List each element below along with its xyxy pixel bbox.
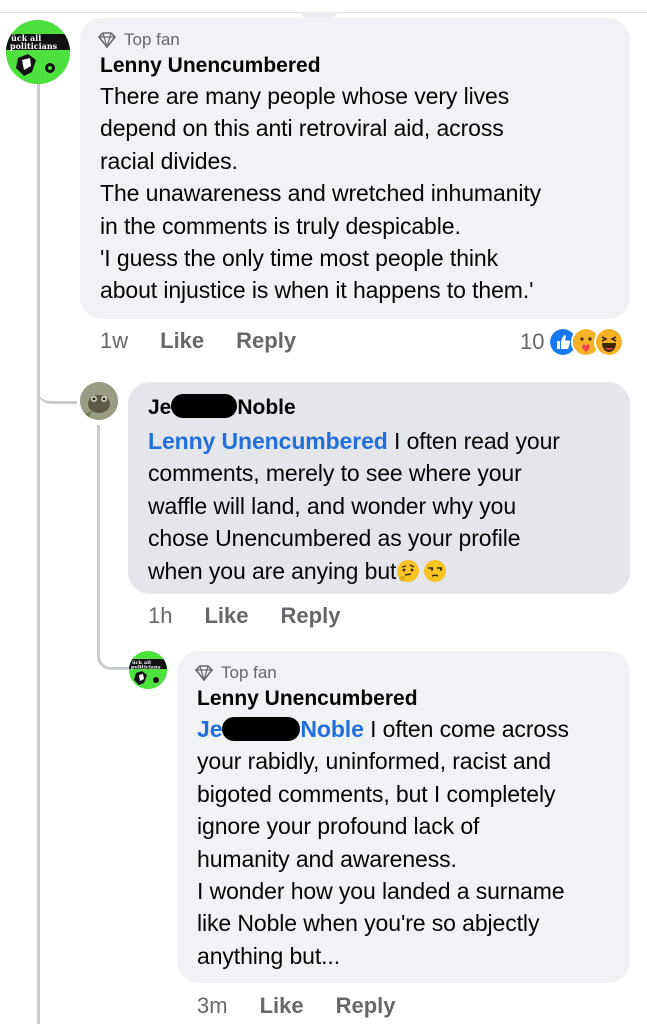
like-button[interactable]: Like <box>260 993 304 1019</box>
comment-thread: ück all politicians Top fan Lenny Unencu… <box>0 0 647 1024</box>
comment-time[interactable]: 3m <box>197 993 228 1019</box>
unamused-face-icon <box>424 559 447 582</box>
haha-icon <box>594 327 625 357</box>
comment-bubble[interactable]: Top fan Lenny Unencumbered There are man… <box>80 18 630 319</box>
reply-bubble[interactable]: Top fan Lenny Unencumbered Je Noble I oft… <box>177 651 630 983</box>
top-fan-badge: Top fan <box>98 29 610 51</box>
comment-time[interactable]: 1w <box>100 328 128 354</box>
thread-connector <box>97 620 130 670</box>
comment-author[interactable]: Lenny Unencumbered <box>197 685 610 713</box>
svg-text:politicians: politicians <box>131 665 161 671</box>
comment-actions: 1w Like Reply <box>100 328 328 354</box>
badge-label: Top fan <box>221 663 277 682</box>
mention-last-name: Noble <box>300 716 364 742</box>
comment-text-line1: I often read your <box>387 428 560 454</box>
avatar[interactable] <box>80 382 118 420</box>
diamond-icon <box>195 665 213 681</box>
comment-actions: 3m Like Reply <box>197 993 428 1019</box>
comment-text: Je Noble I often come across your rabidly… <box>197 713 610 972</box>
comment-author[interactable]: Je Noble <box>148 394 610 422</box>
top-fan-badge: Top fan <box>195 662 610 684</box>
comment-text: There are many people whose very lives d… <box>100 83 542 304</box>
mention-link[interactable]: Lenny Unencumbered <box>148 428 388 454</box>
badge-label: Top fan <box>124 30 180 49</box>
comment-text-rest: comments, merely to see where your waffl… <box>148 460 522 584</box>
comment-time[interactable]: 1h <box>148 603 172 629</box>
thread-line <box>97 425 100 640</box>
comment-author[interactable]: Lenny Unencumbered <box>100 52 610 80</box>
like-button[interactable]: Like <box>160 328 204 354</box>
reply-button[interactable]: Reply <box>236 328 296 354</box>
comment-text-rest: your rabidly, uninformed, racist and big… <box>197 748 565 969</box>
reply-button[interactable]: Reply <box>281 603 341 629</box>
reaction-summary[interactable]: 10 <box>520 327 625 357</box>
avatar[interactable]: ück all politicians <box>6 20 70 84</box>
thread-line <box>37 84 40 1024</box>
author-last-name: Noble <box>237 396 296 419</box>
reply-bubble[interactable]: Je Noble Lenny Unencumbered I often read … <box>128 382 630 594</box>
comment-text: Lenny Unencumbered I often read your com… <box>148 425 610 587</box>
author-first-name: Je <box>148 396 172 419</box>
mention-link[interactable]: Je Noble <box>197 716 364 742</box>
thinking-face-icon <box>397 559 420 582</box>
reaction-count: 10 <box>520 329 545 354</box>
svg-text:politicians: politicians <box>10 41 58 51</box>
like-button[interactable]: Like <box>204 603 248 629</box>
redaction <box>222 717 301 741</box>
diamond-icon <box>98 32 116 48</box>
thread-connector <box>37 345 77 404</box>
comment-text-line1: I often come across <box>363 716 569 742</box>
reply-button[interactable]: Reply <box>336 993 396 1019</box>
avatar[interactable]: ück all politicians <box>129 651 167 689</box>
mention-first-name: Je <box>197 716 223 742</box>
redaction <box>171 394 238 418</box>
comment-actions: 1h Like Reply <box>148 603 372 629</box>
